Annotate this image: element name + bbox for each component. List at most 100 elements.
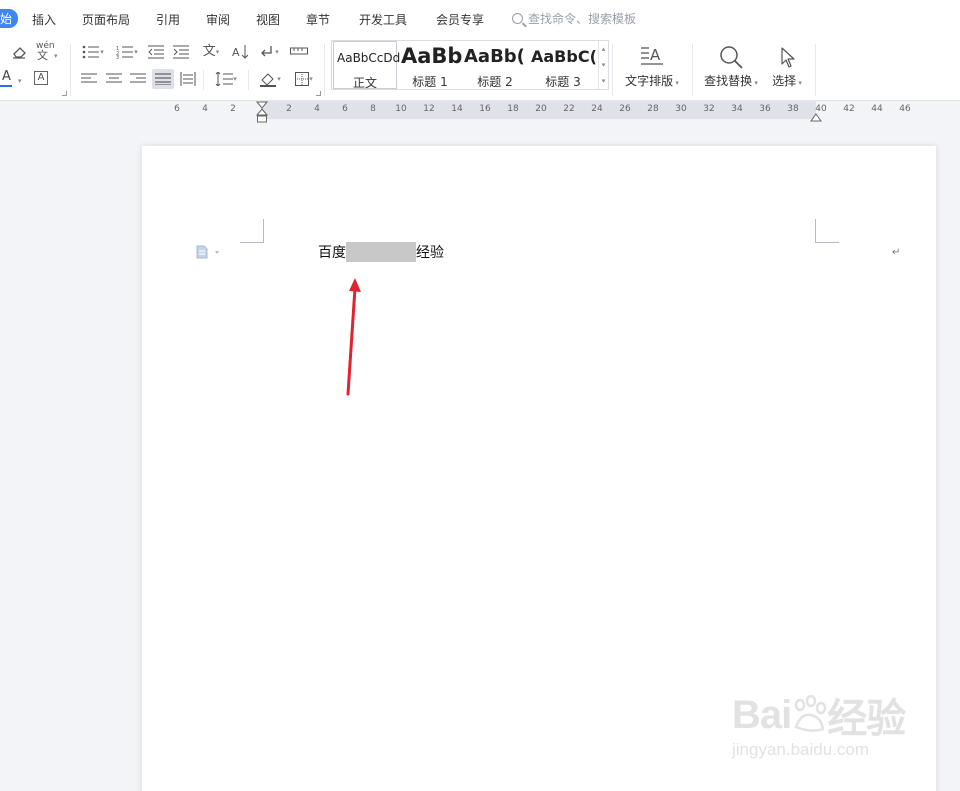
svg-text:3: 3 [116, 55, 119, 59]
ribbon-separator [612, 44, 613, 96]
decrease-indent-icon[interactable] [147, 44, 165, 60]
show-hide-marks-icon[interactable]: ▾ [256, 44, 282, 60]
ribbon-separator [815, 44, 816, 96]
ruler-tick: 4 [314, 104, 320, 114]
tab-member-exclusive[interactable]: 会员专享 [436, 11, 484, 28]
bullet-list-icon[interactable]: ▾ [80, 44, 106, 60]
font-dialog-launcher-icon[interactable] [62, 91, 67, 96]
styles-scroll[interactable]: ▴ ▾ ▾ [598, 41, 608, 89]
ruler-tick: 2 [230, 104, 236, 114]
ruler-tick: 38 [787, 104, 799, 114]
ruler-tick: 18 [507, 104, 519, 114]
tab-view[interactable]: 视图 [256, 11, 280, 28]
watermark-logo: Bai 经验 [732, 692, 906, 742]
justify-icon[interactable] [152, 69, 174, 89]
select-button[interactable]: 选择 ▾ [766, 42, 808, 89]
svg-text:A: A [650, 46, 661, 64]
right-indent-marker-icon[interactable] [810, 108, 822, 127]
tab-references[interactable]: 引用 [156, 11, 180, 28]
ruler-tick: 16 [479, 104, 491, 114]
ruler-tick: 24 [591, 104, 603, 114]
align-left-icon[interactable] [80, 71, 98, 87]
ribbon-separator [692, 44, 693, 96]
scroll-down-icon[interactable]: ▾ [602, 61, 606, 69]
text-before: 百度 [318, 245, 346, 261]
paragraph-handle-icon[interactable] [196, 244, 219, 259]
ruler-tick: 32 [703, 104, 715, 114]
margin-corner-top-left [240, 219, 264, 243]
redacted-text [346, 242, 416, 262]
tab-start[interactable]: 始 [0, 9, 19, 28]
text-layout-icon: A [620, 42, 684, 72]
ruler-tick: 44 [871, 104, 883, 114]
ruler-tick: 2 [286, 104, 292, 114]
find-replace-button[interactable]: 查找替换 ▾ [700, 42, 762, 89]
ruler-tick: 20 [535, 104, 547, 114]
ruler-tick: 8 [370, 104, 376, 114]
borders-icon[interactable]: ▾ [290, 70, 318, 88]
red-arrow-annotation [346, 278, 361, 396]
search-placeholder: 查找命令、搜索模板 [528, 12, 637, 26]
phonetic-guide-icon[interactable]: wén 文 ▾ [34, 42, 58, 63]
align-center-icon[interactable] [105, 71, 123, 87]
character-border-icon[interactable]: A [34, 71, 48, 85]
command-search[interactable]: 查找命令、搜索模板 [512, 10, 636, 27]
ruler-tick: 6 [174, 104, 180, 114]
ruler-tick: 34 [731, 104, 743, 114]
magnifier-icon [700, 42, 762, 72]
text-layout-button[interactable]: A 文字排版 ▾ [620, 42, 684, 89]
ruler-tick: 42 [843, 104, 855, 114]
menu-bar: 始 插入 页面布局 引用 审阅 视图 章节 开发工具 会员专享 查找命令、搜索模… [0, 0, 960, 38]
ruler-tick: 28 [647, 104, 659, 114]
ruler-tick: 26 [619, 104, 631, 114]
tab-stops-icon[interactable] [289, 44, 309, 58]
margin-corner-top-right [815, 219, 839, 243]
tab-developer-tools[interactable]: 开发工具 [359, 11, 407, 28]
tab-insert[interactable]: 插入 [32, 11, 56, 28]
distributed-align-icon[interactable] [179, 70, 197, 88]
line-spacing-icon[interactable]: ▾ [211, 70, 241, 88]
text-after: 经验 [416, 245, 444, 261]
paw-logo-icon [794, 695, 827, 732]
eraser-icon[interactable] [10, 44, 28, 60]
align-right-icon[interactable] [129, 71, 147, 87]
style-heading-1[interactable]: AaBb 标题 1 [398, 41, 462, 89]
ruler-tick: 30 [675, 104, 687, 114]
paragraph-dialog-launcher-icon[interactable] [316, 91, 321, 96]
chinese-layout-icon[interactable]: 文 ▾ [197, 43, 225, 61]
ribbon-separator [203, 70, 204, 90]
shading-icon[interactable]: ▾ [256, 70, 284, 88]
ruler-tick: 12 [423, 104, 435, 114]
baidu-jingyan-watermark: Bai 经验 jingyan.baidu.com [732, 686, 906, 760]
style-normal[interactable]: AaBbCcDd 正文 [333, 41, 400, 89]
ruler-tick: 4 [202, 104, 208, 114]
paragraph-mark: ↵ [892, 247, 901, 258]
ribbon-toolbar: wén 文 ▾ A ▾ A ▾ 123 ▾ 文 ▾ A ▾ ▾ ▾ ▾ AaBb… [0, 38, 960, 100]
indent-marker-icon[interactable] [255, 101, 269, 123]
search-icon [512, 13, 523, 24]
scroll-up-icon[interactable]: ▴ [602, 45, 606, 53]
more-styles-icon[interactable]: ▾ [602, 77, 606, 85]
increase-indent-icon[interactable] [172, 44, 190, 60]
ribbon-separator [324, 44, 325, 96]
cursor-icon [766, 42, 808, 72]
ruler-tick: 36 [759, 104, 771, 114]
styles-gallery: AaBbCcDd 正文 AaBb 标题 1 AaBb( 标题 2 AaBbC( … [331, 40, 609, 90]
ruler-tick: 6 [342, 104, 348, 114]
ribbon-separator [248, 70, 249, 90]
sort-icon[interactable]: A [231, 43, 249, 61]
tab-chapter[interactable]: 章节 [306, 11, 330, 28]
tab-page-layout[interactable]: 页面布局 [82, 11, 130, 28]
document-paragraph[interactable]: 百度 经验 [318, 242, 444, 262]
ribbon-separator [70, 44, 71, 96]
font-color-icon[interactable]: A ▾ [0, 70, 26, 88]
numbered-list-icon[interactable]: 123 ▾ [114, 44, 140, 60]
ruler-tick: 22 [563, 104, 575, 114]
ruler-tick: 10 [395, 104, 407, 114]
ruler-tick: 46 [899, 104, 911, 114]
ruler-tick: 14 [451, 104, 463, 114]
tab-review[interactable]: 审阅 [206, 11, 230, 28]
style-heading-3[interactable]: AaBbC( 标题 3 [528, 41, 598, 89]
style-heading-2[interactable]: AaBb( 标题 2 [463, 41, 527, 89]
svg-text:A: A [232, 46, 240, 59]
